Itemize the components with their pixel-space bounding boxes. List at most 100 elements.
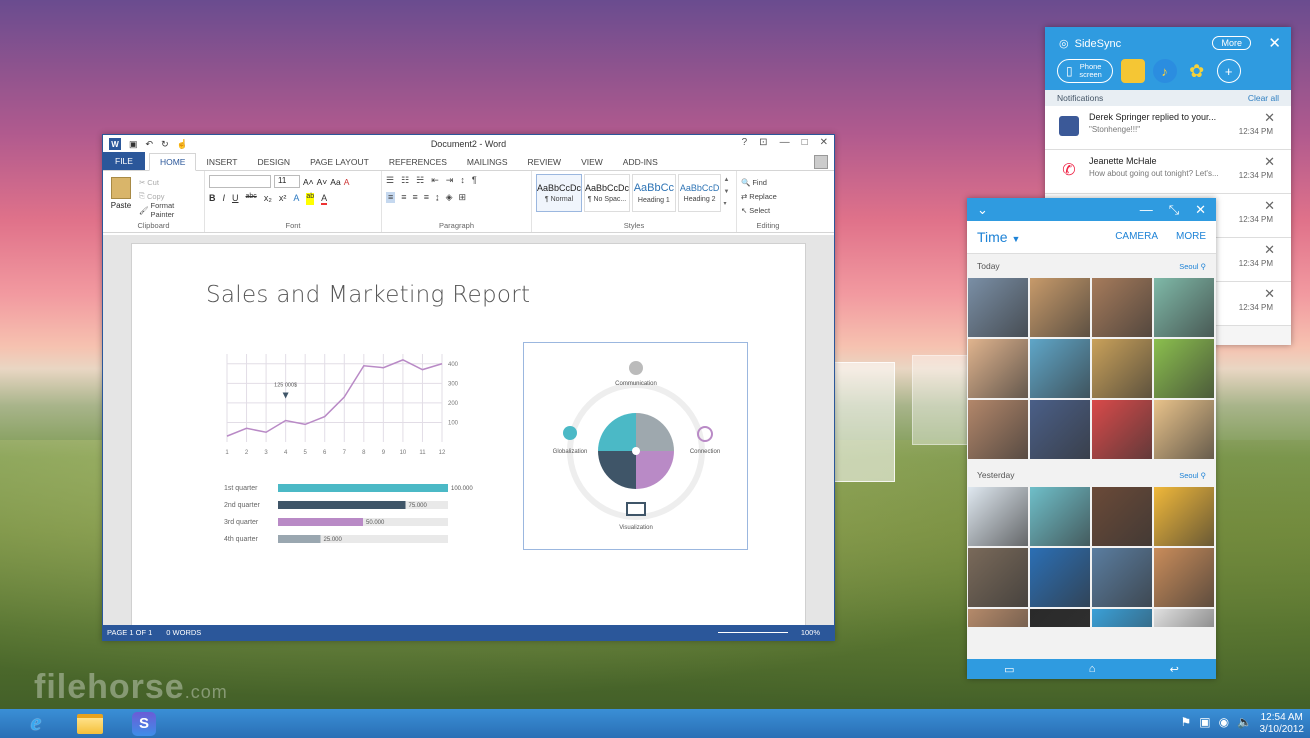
strikethrough-button[interactable]: abc xyxy=(246,193,257,205)
collapse-icon[interactable]: ⌄ xyxy=(977,202,988,218)
internet-explorer-icon[interactable]: e xyxy=(18,710,54,737)
show-marks-icon[interactable]: ¶ xyxy=(472,175,477,186)
find-button[interactable]: 🔍 Find xyxy=(741,175,795,189)
photo-thumbnail[interactable] xyxy=(968,400,1028,459)
photo-thumbnail[interactable] xyxy=(968,339,1028,398)
bold-button[interactable]: B xyxy=(209,193,216,205)
format-painter-button[interactable]: 🖌 Format Painter xyxy=(139,201,200,219)
folder-app-icon[interactable] xyxy=(1120,59,1145,83)
line-spacing-icon[interactable]: ↨ xyxy=(435,192,440,203)
notification-item[interactable]: ✆ Jeanette McHale How about going out to… xyxy=(1045,150,1291,194)
photo-thumbnail[interactable] xyxy=(1092,548,1152,607)
cut-button[interactable]: ✂ Cut xyxy=(139,175,200,189)
grow-font-button[interactable]: A˄ xyxy=(303,177,314,187)
more-menu-button[interactable]: MORE xyxy=(1176,231,1206,242)
style-heading-2[interactable]: AaBbCcD Heading 2 xyxy=(677,174,722,212)
home-icon[interactable]: ⌂ xyxy=(1089,663,1096,675)
shading-icon[interactable]: ◈ xyxy=(446,192,453,203)
tab-page-layout[interactable]: PAGE LAYOUT xyxy=(300,154,379,170)
location-tag[interactable]: Seoul ⚲ xyxy=(1179,262,1206,271)
clock[interactable]: 12:54 AM 3/10/2012 xyxy=(1260,712,1305,736)
align-center-icon[interactable]: ≡ xyxy=(401,192,406,203)
font-size-input[interactable]: 11 xyxy=(274,175,300,188)
tab-insert[interactable]: INSERT xyxy=(196,154,247,170)
clear-format-button[interactable]: A xyxy=(344,177,350,187)
multilevel-list-icon[interactable]: ☵ xyxy=(416,175,424,186)
decrease-indent-icon[interactable]: ⇤ xyxy=(431,175,439,186)
view-selector[interactable]: Time ▼ xyxy=(977,229,1020,245)
photo-thumbnail[interactable] xyxy=(1154,548,1214,607)
photo-thumbnail[interactable] xyxy=(1092,487,1152,546)
page-count[interactable]: PAGE 1 OF 1 xyxy=(107,628,152,637)
italic-button[interactable]: I xyxy=(223,193,226,205)
close-button[interactable]: ✕ xyxy=(820,137,828,148)
dismiss-icon[interactable]: ✕ xyxy=(1264,286,1275,302)
justify-icon[interactable]: ≡ xyxy=(424,192,429,203)
dismiss-icon[interactable]: ✕ xyxy=(1264,242,1275,258)
word-count[interactable]: 0 WORDS xyxy=(166,628,201,637)
minimize-icon[interactable]: — xyxy=(1140,202,1153,218)
font-color-button[interactable]: A xyxy=(321,193,328,205)
tab-review[interactable]: REVIEW xyxy=(518,154,572,170)
photo-thumbnail[interactable] xyxy=(1154,400,1214,459)
shrink-font-button[interactable]: A˅ xyxy=(317,177,328,187)
zoom-slider[interactable] xyxy=(718,632,788,633)
underline-button[interactable]: U xyxy=(232,193,239,205)
text-effects-button[interactable]: A xyxy=(293,193,299,205)
resize-icon[interactable]: ⤡ xyxy=(1169,202,1179,218)
photo-thumbnail[interactable] xyxy=(1030,278,1090,337)
music-app-icon[interactable]: ♪ xyxy=(1152,59,1177,83)
photo-thumbnail[interactable] xyxy=(1154,278,1214,337)
notification-item[interactable]: Derek Springer replied to your... "Stonh… xyxy=(1045,106,1291,150)
photo-thumbnail[interactable] xyxy=(1154,609,1214,627)
back-icon[interactable]: ↩ xyxy=(1170,663,1179,676)
network-icon[interactable]: ▣ xyxy=(1199,715,1210,729)
word-title-bar[interactable]: W ▣ ↶ ↻ ☝ Document2 - Word ? ⊡ — □ ✕ xyxy=(103,135,834,153)
photo-thumbnail[interactable] xyxy=(1030,609,1090,627)
tab-references[interactable]: REFERENCES xyxy=(379,154,457,170)
photos-app-icon[interactable]: ✿ xyxy=(1185,59,1209,83)
maximize-button[interactable]: □ xyxy=(802,137,808,148)
tab-view[interactable]: VIEW xyxy=(571,154,613,170)
selected-graphic[interactable]: Communication Globalization Connection V… xyxy=(523,342,748,550)
font-name-input[interactable] xyxy=(209,175,271,188)
flag-icon[interactable]: ⚑ xyxy=(1180,715,1191,729)
sidesync-taskbar-button[interactable]: S xyxy=(126,710,162,737)
phone-screen-button[interactable]: ▯ Phone screen xyxy=(1057,59,1113,83)
clear-all-button[interactable]: Clear all xyxy=(1248,93,1279,103)
sidesync-tray-icon[interactable]: ◉ xyxy=(1219,715,1229,729)
style-normal[interactable]: AaBbCcDc ¶ Normal xyxy=(536,174,582,212)
more-button[interactable]: More xyxy=(1212,36,1251,50)
photo-thumbnail[interactable] xyxy=(1154,339,1214,398)
user-avatar[interactable] xyxy=(814,155,828,169)
style-heading-1[interactable]: AaBbCc Heading 1 xyxy=(632,174,676,212)
align-left-icon[interactable]: ≡ xyxy=(386,192,396,203)
tab-file[interactable]: FILE xyxy=(103,152,145,170)
tab-design[interactable]: DESIGN xyxy=(247,154,300,170)
photo-thumbnail[interactable] xyxy=(1092,400,1152,459)
photo-thumbnail[interactable] xyxy=(1030,487,1090,546)
close-icon[interactable]: ✕ xyxy=(1195,202,1206,218)
help-button[interactable]: ? xyxy=(742,137,748,148)
increase-indent-icon[interactable]: ⇥ xyxy=(446,175,454,186)
select-button[interactable]: ↖ Select xyxy=(741,203,795,217)
borders-icon[interactable]: ⊞ xyxy=(458,192,466,203)
volume-icon[interactable]: 🔈 xyxy=(1237,715,1252,729)
subscript-button[interactable]: x₂ xyxy=(264,193,272,205)
photo-thumbnail[interactable] xyxy=(1030,548,1090,607)
highlight-button[interactable]: ab xyxy=(306,193,315,205)
photo-thumbnail[interactable] xyxy=(968,487,1028,546)
photo-thumbnail[interactable] xyxy=(968,548,1028,607)
sort-icon[interactable]: ↕ xyxy=(460,175,465,186)
superscript-button[interactable]: x² xyxy=(279,193,287,205)
photo-thumbnail[interactable] xyxy=(1030,339,1090,398)
camera-button[interactable]: CAMERA xyxy=(1115,231,1158,242)
change-case-button[interactable]: Aa xyxy=(330,177,340,187)
location-tag[interactable]: Seoul ⚲ xyxy=(1179,471,1206,480)
align-right-icon[interactable]: ≡ xyxy=(413,192,418,203)
add-app-icon[interactable]: + xyxy=(1216,59,1241,83)
dismiss-icon[interactable]: ✕ xyxy=(1264,110,1275,126)
photo-thumbnail[interactable] xyxy=(1092,278,1152,337)
tab-mailings[interactable]: MAILINGS xyxy=(457,154,518,170)
styles-scroll[interactable]: ▲ ▼ ▾ xyxy=(723,174,732,228)
